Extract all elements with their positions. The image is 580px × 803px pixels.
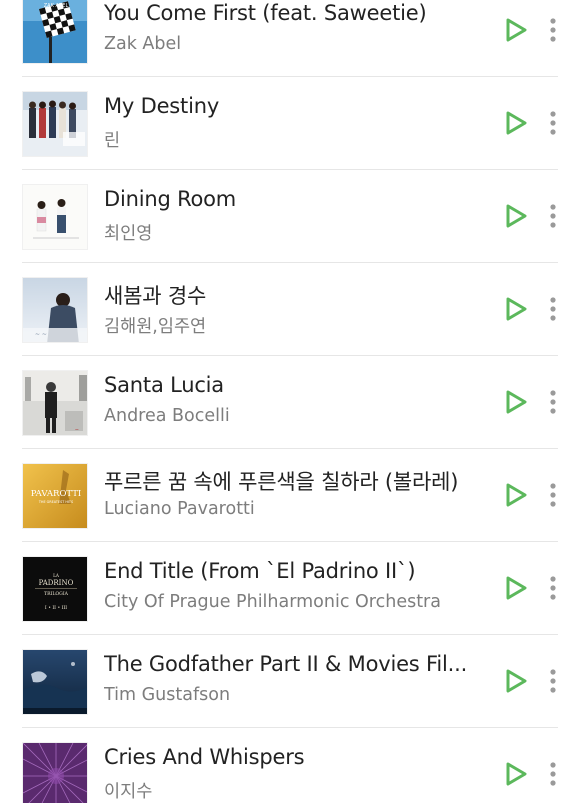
more-vertical-icon[interactable] [543,572,563,604]
song-title: You Come First (feat. Saweetie) [104,1,427,25]
album-art-godfather-image [23,650,87,714]
album-art-cries [22,742,88,803]
song-title: 푸르른 꿈 속에 푸른색을 칠하라 (볼라레) [104,470,459,494]
song-title: End Title (From `El Padrino II`) [104,559,416,583]
play-icon[interactable] [502,760,530,788]
album-art-saebom-image: ~ ~ [23,278,87,342]
song-row[interactable]: My Destiny 린 [0,77,580,170]
album-art-godfather [22,649,88,715]
album-art-saebom: ~ ~ [22,277,88,343]
song-artist: Luciano Pavarotti [104,499,255,519]
album-art-santa-lucia: ~ [22,370,88,436]
more-vertical-icon[interactable] [543,200,563,232]
album-art-zak-abel-image: ZAK ABEL [23,0,87,63]
album-art-text: PAVAROTTI [31,489,82,499]
song-title: The Godfather Part II & Movies Fil... [104,652,468,676]
album-art-padrino-image: LA PADRINO TRILOGIA I • II • III [23,557,87,621]
album-art-cries-image [23,743,87,803]
album-art-pavarotti-image: PAVAROTTI THE GREATEST HITS [23,464,87,528]
song-row[interactable]: ZAK ABEL You Come First (feat. Saweetie)… [0,0,580,77]
song-row[interactable]: PAVAROTTI THE GREATEST HITS 푸르른 꿈 속에 푸른색… [0,449,580,542]
album-art-text: THE GREATEST HITS [38,500,73,504]
more-vertical-icon[interactable] [543,665,563,697]
song-row[interactable]: Cries And Whispers 이지수 [0,728,580,803]
album-art-pavarotti: PAVAROTTI THE GREATEST HITS [22,463,88,529]
play-icon[interactable] [502,295,530,323]
song-artist: Zak Abel [104,34,182,54]
album-art-padrino: LA PADRINO TRILOGIA I • II • III [22,556,88,622]
song-artist: 린 [104,131,121,151]
song-artist: 이지수 [104,782,153,802]
song-row[interactable]: ~ Santa Lucia Andrea Bocelli [0,356,580,449]
play-icon[interactable] [502,202,530,230]
album-art-text: LA [53,573,60,578]
song-artist: 김해원,임주연 [104,317,207,337]
svg-text:~ ~: ~ ~ [35,331,47,338]
play-icon[interactable] [502,388,530,416]
song-artist: City Of Prague Philharmonic Orchestra [104,592,441,612]
more-vertical-icon[interactable] [543,386,563,418]
song-row[interactable]: Dining Room 최인영 [0,170,580,263]
album-art-dining-room [22,184,88,250]
album-art-dining-room-image [23,185,87,249]
album-art-my-destiny-image [23,92,87,156]
more-vertical-icon[interactable] [543,479,563,511]
song-row[interactable]: The Godfather Part II & Movies Fil... Ti… [0,635,580,728]
album-art-santa-lucia-image: ~ [23,371,87,435]
more-vertical-icon[interactable] [543,14,563,46]
play-icon[interactable] [502,109,530,137]
album-art-zak-abel: ZAK ABEL [22,0,88,64]
song-title: Dining Room [104,187,237,211]
album-art-my-destiny [22,91,88,157]
song-title: Santa Lucia [104,373,224,397]
album-art-text: ZAK ABEL [44,3,69,9]
song-row[interactable]: ~ ~ 새봄과 경수 김해원,임주연 [0,263,580,356]
svg-text:~: ~ [75,427,79,433]
song-artist: 최인영 [104,224,153,244]
album-art-text: TRILOGIA [44,591,69,597]
more-vertical-icon[interactable] [543,758,563,790]
song-title: Cries And Whispers [104,745,305,769]
more-vertical-icon[interactable] [543,107,563,139]
album-art-text: PADRINO [39,579,74,587]
play-icon[interactable] [502,667,530,695]
song-artist: Andrea Bocelli [104,406,230,426]
play-icon[interactable] [502,16,530,44]
album-art-text: I • II • III [45,605,67,611]
more-vertical-icon[interactable] [543,293,563,325]
song-artist: Tim Gustafson [104,685,231,705]
play-icon[interactable] [502,574,530,602]
song-title: My Destiny [104,94,220,118]
play-icon[interactable] [502,481,530,509]
song-list: ZAK ABEL You Come First (feat. Saweetie)… [0,0,580,803]
song-row[interactable]: LA PADRINO TRILOGIA I • II • III End Tit… [0,542,580,635]
song-title: 새봄과 경수 [104,284,207,308]
